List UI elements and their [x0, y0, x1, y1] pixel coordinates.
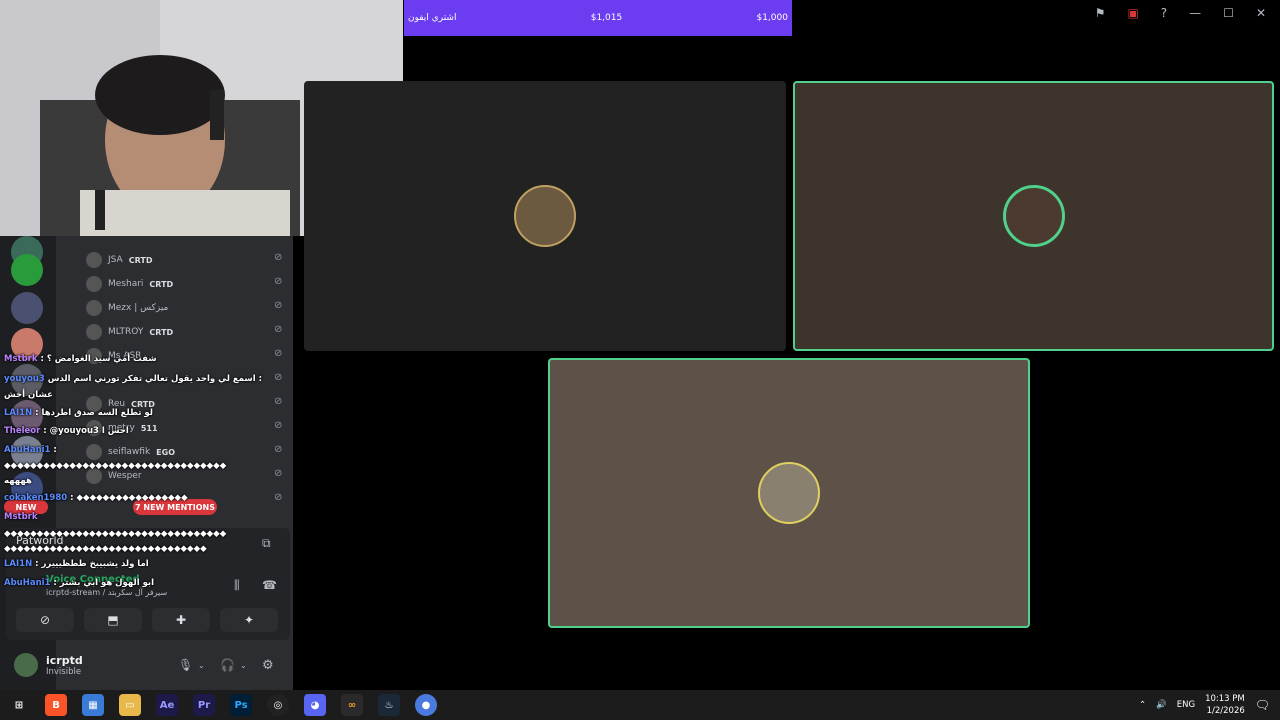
username: icrptd [46, 653, 83, 667]
camera-button[interactable]: ⊘ [16, 608, 74, 632]
avatar [86, 324, 102, 340]
avatar [86, 252, 102, 268]
chat-message: Mstbrk [4, 512, 38, 522]
maximize-icon[interactable]: ☐ [1223, 4, 1234, 22]
explorer-icon[interactable]: ▭ [119, 694, 141, 716]
server-icon[interactable] [11, 292, 43, 324]
member-row[interactable]: Meshari CRTD [86, 274, 286, 294]
soundboard-button[interactable]: ✦ [220, 608, 278, 632]
chat-message: ههههه [4, 476, 32, 486]
chevron-down-icon[interactable]: ⌄ [240, 661, 247, 670]
avatar[interactable] [14, 653, 38, 677]
taskbar: ⊞ B ▦ ▭ Ae Pr Ps ◎ ◕ ∞ ♨ ● ⌃ 🔊 ENG 10:13… [0, 690, 1280, 720]
premiere-icon[interactable]: Pr [193, 694, 215, 716]
obs-icon[interactable]: ◎ [267, 694, 289, 716]
screen-share-button[interactable]: ⬒ [84, 608, 142, 632]
chrome-icon[interactable]: ● [415, 694, 437, 716]
language-indicator[interactable]: ENG [1177, 700, 1195, 710]
chevron-down-icon[interactable]: ⌄ [198, 661, 205, 670]
user-info[interactable]: icrptd Invisible [46, 654, 83, 677]
chat-message: ◆◆◆◆◆◆◆◆◆◆◆◆◆◆◆◆◆◆◆◆◆◆◆◆◆◆◆◆◆◆◆◆◆◆ [4, 461, 227, 471]
brave-icon[interactable]: B [45, 694, 67, 716]
chat-message: ◆◆◆◆◆◆◆◆◆◆◆◆◆◆◆◆◆◆◆◆◆◆◆◆◆◆◆◆◆◆◆◆◆◆ [4, 529, 227, 539]
donation-label: اشتري ايفون [408, 13, 457, 23]
minimize-icon[interactable]: — [1189, 4, 1201, 22]
activities-button[interactable]: ✚ [152, 608, 210, 632]
muted-icon: ⊘ [274, 276, 283, 287]
donation-goal: $1,000 [756, 13, 788, 23]
screen-icon[interactable]: ▣ [1127, 4, 1138, 22]
chat-message: عشان أخش [4, 390, 53, 400]
screen-share-icon: ⬒ [107, 613, 119, 627]
chat-overlay: Mstbrk : شفت أمي سيد الغوامض ؟ youyou3 ا… [0, 354, 300, 594]
notification-icon[interactable]: 🗨 [1255, 698, 1270, 712]
donation-current: $1,015 [590, 13, 623, 23]
chat-message: AbuHani1 : [4, 445, 57, 455]
muted-icon: ⊘ [274, 300, 283, 311]
user-panel: icrptd Invisible 🎙 ⌄ 🎧 ⌄ ⚙ [6, 646, 290, 684]
flag-icon[interactable]: ⚑ [1095, 4, 1106, 22]
volume-icon[interactable]: 🔊 [1156, 700, 1167, 710]
settings-icon[interactable]: ⚙ [262, 658, 274, 673]
chat-message: Theleor : @youyou3 احس ا [4, 426, 129, 436]
member-row[interactable]: MLTROY CRTD [86, 322, 286, 342]
chat-message: ◆◆◆◆◆◆◆◆◆◆◆◆◆◆◆◆◆◆◆◆◆◆◆◆◆◆◆◆◆◆◆ [4, 544, 207, 554]
window-controls: ⚑ ▣ ? — ☐ ✕ [1095, 4, 1266, 22]
clock-time: 10:13 PM [1205, 694, 1245, 704]
participant-tile[interactable] [304, 81, 786, 351]
member-row[interactable]: Mezx | ميزكس [86, 298, 286, 318]
system-tray: ⌃ 🔊 ENG 10:13 PM 1/2/2026 🗨 [1139, 690, 1270, 720]
photoshop-icon[interactable]: Ps [230, 694, 252, 716]
participant-tile-speaking[interactable] [793, 81, 1274, 351]
discord-icon[interactable]: ◕ [304, 694, 326, 716]
clock[interactable]: 10:13 PM 1/2/2026 [1205, 693, 1245, 717]
store-icon[interactable]: ▦ [82, 694, 104, 716]
avatar [514, 185, 576, 247]
chat-message: youyou3 اسمع لي واحد يقول تعالي تفكر تور… [4, 374, 262, 384]
participant-tile-speaking[interactable] [548, 358, 1030, 628]
server-icon[interactable] [11, 254, 43, 286]
chat-message: AbuHani1 : ابو الهول هو ابي بشتر [4, 578, 154, 588]
avatar [86, 300, 102, 316]
headphones-icon[interactable]: 🎧 [220, 658, 235, 672]
app-icon[interactable]: ∞ [341, 694, 363, 716]
user-status: Invisible [46, 666, 82, 677]
avatar [86, 276, 102, 292]
activities-icon: ✚ [175, 613, 187, 627]
close-icon[interactable]: ✕ [1256, 4, 1266, 22]
chat-message: cokaken1980 : ◆◆◆◆◆◆◆◆◆◆◆◆◆◆◆◆◆ [4, 493, 188, 503]
chevron-up-icon[interactable]: ⌃ [1139, 700, 1146, 710]
camera-off-icon: ⊘ [39, 613, 51, 627]
help-icon[interactable]: ? [1161, 4, 1167, 22]
chat-message: LAI1N : اما ولد يشبيبخ ططظيييرر [4, 559, 149, 569]
muted-icon: ⊘ [274, 252, 283, 263]
microphone-icon[interactable]: 🎙 [178, 658, 193, 672]
soundboard-icon: ✦ [243, 613, 255, 627]
clock-date: 1/2/2026 [1206, 706, 1245, 716]
aftereffects-icon[interactable]: Ae [156, 694, 178, 716]
member-row[interactable]: JSA CRTD [86, 250, 286, 270]
muted-icon: ⊘ [274, 324, 283, 335]
steam-icon[interactable]: ♨ [378, 694, 400, 716]
windows-icon[interactable]: ⊞ [8, 694, 30, 716]
avatar [1002, 185, 1065, 247]
avatar [758, 462, 820, 524]
donation-goal-bar: اشتري ايفون $1,015 $1,000 [404, 0, 792, 36]
chat-message: Mstbrk : شفت أمي سيد الغوامض ؟ [4, 354, 157, 364]
chat-message: LAI1N : لو تطلع السه صدق اطردها [4, 408, 153, 418]
